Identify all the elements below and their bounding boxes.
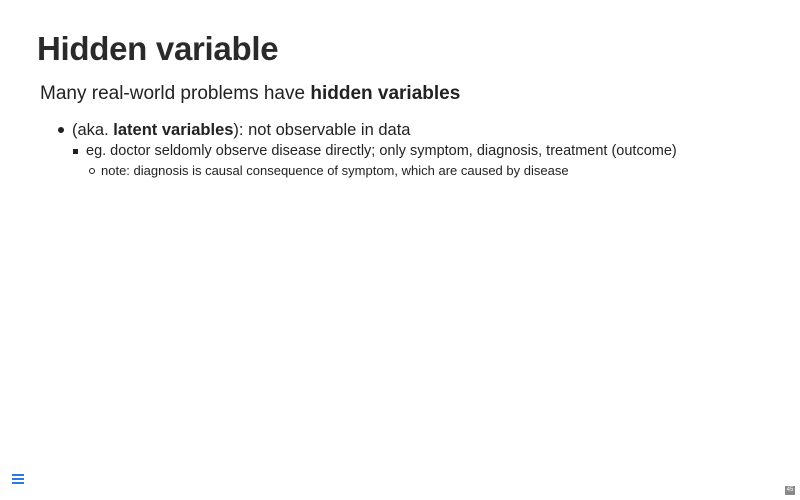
sub-sub-bullet-text: note: diagnosis is causal consequence of…	[101, 163, 569, 178]
sub-bullet-item: eg. doctor seldomly observe disease dire…	[73, 142, 786, 180]
sub-bullet-text: eg. doctor seldomly observe disease dire…	[86, 143, 677, 159]
lead-emphasis: hidden variables	[310, 83, 461, 104]
square-bullet-icon	[73, 149, 78, 154]
bullet-suffix: ): not observable in data	[233, 121, 411, 139]
sub-sub-bullet-item: note: diagnosis is causal consequence of…	[89, 162, 786, 180]
slide: Hidden variable Many real-world problems…	[0, 0, 800, 500]
page-number-badge: 45	[785, 486, 795, 495]
circle-bullet-icon	[89, 168, 95, 174]
slide-title: Hidden variable	[37, 30, 279, 67]
bullet-prefix: (aka.	[72, 121, 114, 139]
sub-bullet-list: eg. doctor seldomly observe disease dire…	[73, 142, 786, 180]
bullet-emphasis: latent variables	[113, 121, 234, 139]
bullet-list: (aka. latent variables): not observable …	[56, 120, 786, 180]
disc-bullet-icon	[58, 127, 64, 133]
bullet-item: (aka. latent variables): not observable …	[56, 120, 786, 180]
sub-sub-bullet-list: note: diagnosis is causal consequence of…	[89, 162, 786, 180]
lead-prefix: Many real-world problems have	[40, 83, 311, 104]
lead-text: Many real-world problems have hidden var…	[40, 83, 460, 105]
hamburger-menu-icon[interactable]	[12, 474, 24, 486]
